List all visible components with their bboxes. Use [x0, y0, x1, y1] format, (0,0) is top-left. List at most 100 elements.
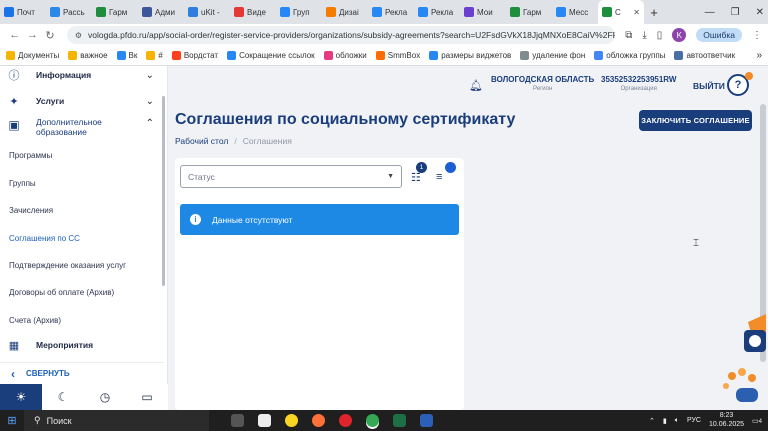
- sidebar-item-education[interactable]: ▣ Дополнительное образование ⌃: [0, 117, 164, 140]
- firefox-icon[interactable]: [312, 414, 325, 427]
- chevron-down-icon[interactable]: ⌄: [146, 96, 154, 107]
- chrome-icon[interactable]: [366, 414, 379, 427]
- bookmark-item[interactable]: обложка группы: [594, 51, 665, 60]
- browser-tab[interactable]: Рекла: [368, 0, 414, 24]
- bookmark-item[interactable]: #: [146, 51, 163, 60]
- bookmark-item[interactable]: Документы: [6, 51, 59, 60]
- page-title: Соглашения по социальному сертификату: [175, 111, 516, 128]
- windows-start-icon[interactable]: ⊞: [0, 414, 24, 427]
- browser-tab[interactable]: Груп: [276, 0, 322, 24]
- taskbar-search[interactable]: ⚲ Поиск: [24, 410, 209, 431]
- sidebar-scrollbar[interactable]: [162, 96, 165, 286]
- file-icon[interactable]: [258, 414, 271, 427]
- chevron-down-icon[interactable]: ⌄: [146, 70, 154, 81]
- excel-icon[interactable]: [393, 414, 406, 427]
- forward-icon[interactable]: →: [24, 29, 42, 41]
- taskbar-search-label: Поиск: [46, 415, 72, 426]
- bookmark-label: важное: [80, 51, 108, 60]
- close-window-icon[interactable]: ✕: [756, 7, 764, 18]
- network-icon[interactable]: ▮: [663, 417, 667, 425]
- bookmark-label: SmmBox: [387, 51, 421, 60]
- browser-tab[interactable]: Виде: [230, 0, 276, 24]
- restore-icon[interactable]: ❐: [731, 7, 740, 18]
- sidebar-sub-service-confirmation[interactable]: Подтверждение оказания услуг: [9, 261, 126, 270]
- sidebar-item-info[interactable]: ⓘ Информация ⌄: [0, 68, 164, 83]
- browser-tab[interactable]: Адми: [138, 0, 184, 24]
- site-info-icon[interactable]: ⚙: [75, 31, 82, 40]
- browser-tab[interactable]: Гарм: [506, 0, 552, 24]
- bookmark-item[interactable]: обложки: [323, 51, 367, 60]
- browser-tab[interactable]: Дизаі: [322, 0, 368, 24]
- browser-tab[interactable]: Рассь: [46, 0, 92, 24]
- browser-tab[interactable]: Гарм: [92, 0, 138, 24]
- reload-icon[interactable]: ↻: [41, 29, 59, 42]
- sidepanel-icon[interactable]: ▯: [657, 30, 663, 41]
- notifications-icon[interactable]: ▭4: [752, 417, 762, 425]
- task-view-icon[interactable]: [231, 414, 244, 427]
- browser-tab[interactable]: С ✕: [598, 0, 644, 24]
- sidebar-sub-programs[interactable]: Программы: [9, 151, 52, 160]
- browser-tab[interactable]: Рекла: [414, 0, 460, 24]
- yandex-browser-icon[interactable]: [285, 414, 298, 427]
- logout-button[interactable]: ВЫЙТИ: [693, 81, 725, 91]
- volume-icon[interactable]: 🔈︎: [675, 417, 679, 425]
- filter-icon[interactable]: ☷: [411, 171, 421, 184]
- windows-taskbar: ⊞ ⚲ Поиск ⌃ ▮ 🔈︎ РУС 8:23 10.06.2025 ▭4: [0, 410, 768, 431]
- collapse-label: СВЕРНУТЬ: [26, 369, 70, 378]
- bookmark-item[interactable]: важное: [68, 51, 108, 60]
- collapse-sidebar-button[interactable]: ‹ СВЕРНУТЬ: [0, 362, 164, 384]
- close-tab-icon[interactable]: ✕: [633, 8, 640, 17]
- taskbar-clock[interactable]: 8:23 10.06.2025: [709, 412, 744, 428]
- new-tab-button[interactable]: +: [644, 5, 664, 20]
- browser-tab[interactable]: Мои: [460, 0, 506, 24]
- bookmark-item[interactable]: SmmBox: [375, 51, 421, 60]
- bookmark-item[interactable]: удаление фон: [520, 51, 585, 60]
- status-select[interactable]: Статус ▼: [180, 165, 402, 188]
- clock-time: 8:23: [719, 412, 734, 420]
- extensions-icon[interactable]: ⧉: [625, 30, 632, 41]
- bookmark-item[interactable]: Вк: [116, 51, 137, 60]
- create-agreement-button[interactable]: ЗАКЛЮЧИТЬ СОГЛАШЕНИЕ: [639, 110, 752, 131]
- bookmarks-overflow-icon[interactable]: »: [756, 50, 762, 61]
- bookmark-item[interactable]: Сокращение ссылок: [227, 51, 315, 60]
- sort-icon[interactable]: ≡: [436, 171, 442, 183]
- sidebar-item-events[interactable]: ▦ Мероприятия: [0, 338, 164, 352]
- address-bar: ← → ↻ ⚙ vologda.pfdo.ru/app/social-order…: [0, 24, 768, 46]
- bookmark-label: обложки: [335, 51, 367, 60]
- sidebar-sub-payment-contracts[interactable]: Договоры об оплате (Архив): [9, 288, 114, 297]
- browser-tab[interactable]: uKit -: [184, 0, 230, 24]
- sidebar-sub-enrollments[interactable]: Зачисления: [9, 206, 53, 215]
- browser-menu-icon[interactable]: ⋮: [752, 30, 762, 41]
- word-icon[interactable]: [420, 414, 433, 427]
- back-icon[interactable]: ←: [6, 29, 24, 41]
- sidebar-item-services[interactable]: ✦ Услуги ⌄: [0, 94, 164, 108]
- error-button[interactable]: Ошибка: [696, 28, 742, 42]
- bookmark-item[interactable]: размеры виджетов: [429, 51, 511, 60]
- clock-icon[interactable]: ◷: [84, 384, 126, 410]
- download-icon[interactable]: ⤓: [642, 30, 646, 41]
- chevron-up-icon[interactable]: ⌃: [146, 118, 154, 129]
- devices-icon[interactable]: ▭: [126, 384, 168, 410]
- chevron-left-icon: ‹: [11, 366, 15, 381]
- tab-favicon-icon: [510, 7, 520, 17]
- bookmark-item[interactable]: Вордстат: [171, 51, 218, 60]
- bell-icon[interactable]: 🔔︎: [469, 79, 483, 92]
- breadcrumb-home-link[interactable]: Рабочий стол: [175, 136, 228, 146]
- notification-count: 4: [758, 418, 762, 425]
- url-field[interactable]: ⚙ vologda.pfdo.ru/app/social-order/regis…: [66, 26, 616, 44]
- breadcrumb-current: Соглашения: [242, 136, 292, 146]
- light-theme-icon[interactable]: ☀: [0, 384, 42, 410]
- sidebar-sub-agreements[interactable]: Соглашения по СС: [9, 234, 80, 243]
- tray-chevron-icon[interactable]: ⌃: [649, 417, 655, 425]
- minimize-icon[interactable]: —: [705, 7, 715, 18]
- browser-tab[interactable]: Почт: [0, 0, 46, 24]
- assistant-mascot-icon[interactable]: [718, 314, 766, 410]
- bookmark-item[interactable]: автоответчик: [674, 51, 735, 60]
- profile-avatar[interactable]: K: [672, 28, 687, 42]
- dark-theme-icon[interactable]: ☾: [42, 384, 84, 410]
- browser-tab[interactable]: Месс: [552, 0, 598, 24]
- opera-icon[interactable]: [339, 414, 352, 427]
- sidebar-sub-groups[interactable]: Группы: [9, 179, 36, 188]
- language-indicator[interactable]: РУС: [687, 417, 701, 424]
- sidebar-sub-invoices[interactable]: Счета (Архив): [9, 316, 61, 325]
